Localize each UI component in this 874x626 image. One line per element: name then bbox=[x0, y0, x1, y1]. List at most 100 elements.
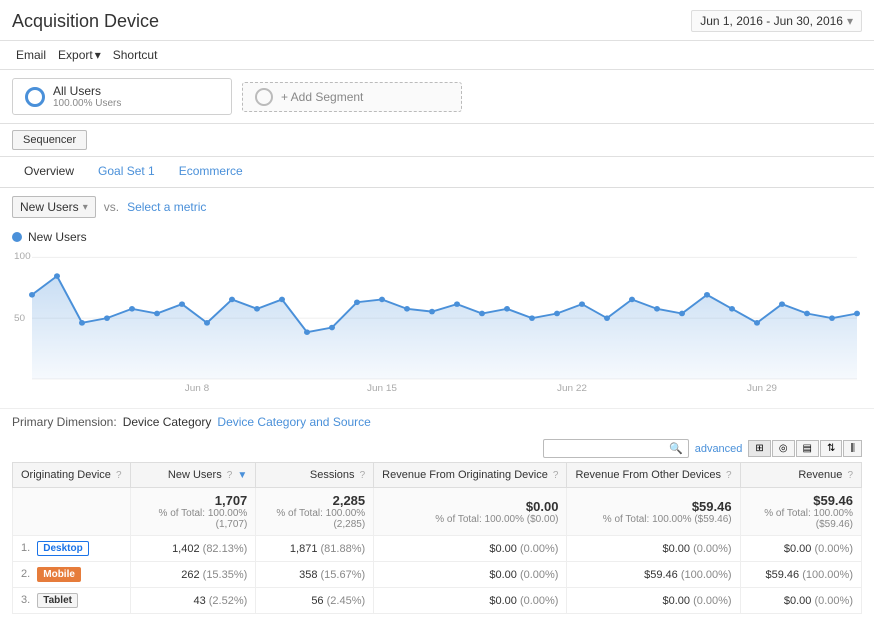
search-input[interactable] bbox=[549, 443, 669, 455]
total-revenue-other-cell: $59.46 % of Total: 100.00% ($59.46) bbox=[567, 488, 740, 536]
device-badge-mobile[interactable]: Mobile bbox=[37, 567, 81, 582]
svg-text:Jun 15: Jun 15 bbox=[367, 383, 397, 393]
row-revenue-pct: (0.00%) bbox=[814, 543, 853, 555]
metric-label: New Users bbox=[20, 200, 79, 214]
total-new-users-value: 1,707 bbox=[139, 493, 248, 508]
row-sessions-cell: 1,871 (81.88%) bbox=[256, 536, 374, 562]
tabs-bar: Overview Goal Set 1 Ecommerce bbox=[0, 157, 874, 188]
row-rev-other-cell: $0.00 (0.00%) bbox=[567, 536, 740, 562]
help-icon: ? bbox=[360, 470, 366, 481]
row-sessions-cell: 56 (2.45%) bbox=[256, 588, 374, 614]
row-sessions-pct: (15.67%) bbox=[321, 569, 366, 581]
row-new-users-cell: 262 (15.35%) bbox=[130, 562, 256, 588]
table-row: 2. Mobile 262 (15.35%) 358 (15.67%) $0.0… bbox=[13, 562, 862, 588]
row-num: 3. bbox=[21, 594, 30, 606]
device-badge-desktop[interactable]: Desktop bbox=[37, 541, 88, 556]
table-row: 1. Desktop 1,402 (82.13%) 1,871 (81.88%)… bbox=[13, 536, 862, 562]
add-segment-label: + Add Segment bbox=[281, 90, 363, 104]
total-revenue-cell: $59.46 % of Total: 100.00% ($59.46) bbox=[740, 488, 861, 536]
table-row: 3. Tablet 43 (2.52%) 56 (2.45%) $0.00 (0… bbox=[13, 588, 862, 614]
col-header-originating-device: Originating Device ? bbox=[13, 463, 131, 488]
total-new-users-cell: 1,707 % of Total: 100.00% (1,707) bbox=[130, 488, 256, 536]
tab-goal-set-1[interactable]: Goal Set 1 bbox=[86, 157, 167, 187]
primary-dimension-label: Primary Dimension: bbox=[12, 415, 117, 429]
metric-dropdown[interactable]: New Users ▾ bbox=[12, 196, 96, 218]
row-sessions: 358 bbox=[299, 569, 317, 581]
tab-ecommerce[interactable]: Ecommerce bbox=[167, 157, 255, 187]
total-revenue-pct: % of Total: 100.00% ($59.46) bbox=[749, 508, 853, 530]
row-new-users-pct: (82.13%) bbox=[203, 543, 248, 555]
row-rev-orig: $0.00 bbox=[489, 569, 517, 581]
export-label: Export bbox=[58, 48, 93, 62]
col-header-revenue-other: Revenue From Other Devices ? bbox=[567, 463, 740, 488]
row-revenue-cell: $0.00 (0.00%) bbox=[740, 536, 861, 562]
export-arrow-icon: ▾ bbox=[95, 48, 101, 62]
table-controls: 🔍 advanced ⊞ ◎ ▤ ⇅ ⫼ bbox=[0, 435, 874, 462]
tab-overview[interactable]: Overview bbox=[12, 157, 86, 187]
page-title: Acquisition Device bbox=[12, 11, 159, 32]
total-new-users-pct: % of Total: 100.00% (1,707) bbox=[139, 508, 248, 530]
primary-dimension-link[interactable]: Device Category and Source bbox=[217, 415, 370, 429]
vs-text: vs. bbox=[104, 200, 119, 214]
date-range-arrow-icon: ▾ bbox=[847, 14, 853, 28]
total-revenue-other-pct: % of Total: 100.00% ($59.46) bbox=[575, 514, 731, 525]
all-users-segment[interactable]: All Users 100.00% Users bbox=[12, 78, 232, 115]
total-sessions-pct: % of Total: 100.00% (2,285) bbox=[264, 508, 365, 530]
email-button[interactable]: Email bbox=[10, 46, 52, 64]
row-num: 2. bbox=[21, 568, 30, 580]
primary-dimension-value: Device Category bbox=[123, 415, 212, 429]
row-sessions: 56 bbox=[311, 595, 323, 607]
row-revenue: $0.00 bbox=[784, 595, 812, 607]
row-rev-other-cell: $59.46 (100.00%) bbox=[567, 562, 740, 588]
row-rev-orig-pct: (0.00%) bbox=[520, 543, 559, 555]
row-rev-orig: $0.00 bbox=[489, 543, 517, 555]
total-revenue-value: $59.46 bbox=[749, 493, 853, 508]
row-sessions-pct: (2.45%) bbox=[327, 595, 366, 607]
row-rev-other: $0.00 bbox=[662, 543, 690, 555]
help-icon: ? bbox=[227, 470, 233, 481]
total-sessions-value: 2,285 bbox=[264, 493, 365, 508]
view-columns-icon-button[interactable]: ⫼ bbox=[843, 440, 862, 457]
row-sessions-pct: (81.88%) bbox=[321, 543, 366, 555]
row-rev-other: $59.46 bbox=[644, 569, 678, 581]
device-badge-tablet[interactable]: Tablet bbox=[37, 593, 78, 608]
row-rev-other-pct: (0.00%) bbox=[693, 543, 732, 555]
view-table-icon-button[interactable]: ⊞ bbox=[748, 440, 770, 457]
chart-legend-label: New Users bbox=[28, 230, 87, 244]
select-metric-link[interactable]: Select a metric bbox=[127, 200, 206, 214]
add-segment-button[interactable]: + Add Segment bbox=[242, 82, 462, 112]
total-revenue-orig-cell: $0.00 % of Total: 100.00% ($0.00) bbox=[374, 488, 567, 536]
row-revenue: $59.46 bbox=[766, 569, 800, 581]
svg-text:Jun 22: Jun 22 bbox=[557, 383, 587, 393]
search-input-wrap[interactable]: 🔍 bbox=[543, 439, 689, 458]
row-rev-orig-pct: (0.00%) bbox=[520, 595, 559, 607]
row-rev-orig: $0.00 bbox=[489, 595, 517, 607]
view-bar-icon-button[interactable]: ▤ bbox=[796, 440, 819, 457]
total-revenue-orig-pct: % of Total: 100.00% ($0.00) bbox=[382, 514, 558, 525]
col-header-new-users[interactable]: New Users ? ▼ bbox=[130, 463, 256, 488]
metric-selector-bar: New Users ▾ vs. Select a metric bbox=[0, 188, 874, 226]
chart-container: New Users 100 50 bbox=[0, 226, 874, 408]
sequencer-button[interactable]: Sequencer bbox=[12, 130, 87, 150]
search-icon: 🔍 bbox=[669, 442, 683, 455]
col-header-sessions: Sessions ? bbox=[256, 463, 374, 488]
segments-bar: All Users 100.00% Users + Add Segment bbox=[0, 70, 874, 124]
row-rev-other: $0.00 bbox=[662, 595, 690, 607]
shortcut-button[interactable]: Shortcut bbox=[107, 46, 164, 64]
view-donut-icon-button[interactable]: ◎ bbox=[772, 440, 795, 457]
help-icon: ? bbox=[726, 470, 732, 481]
help-icon: ? bbox=[116, 470, 122, 481]
advanced-link[interactable]: advanced bbox=[695, 443, 743, 455]
export-button[interactable]: Export ▾ bbox=[52, 46, 107, 64]
metric-arrow-icon: ▾ bbox=[83, 202, 88, 213]
row-new-users-cell: 1,402 (82.13%) bbox=[130, 536, 256, 562]
row-rev-other-pct: (0.00%) bbox=[693, 595, 732, 607]
date-range-text: Jun 1, 2016 - Jun 30, 2016 bbox=[700, 14, 843, 28]
row-revenue-pct: (0.00%) bbox=[814, 595, 853, 607]
date-range-picker[interactable]: Jun 1, 2016 - Jun 30, 2016 ▾ bbox=[691, 10, 862, 32]
table-total-row: 1,707 % of Total: 100.00% (1,707) 2,285 … bbox=[13, 488, 862, 536]
row-new-users: 1,402 bbox=[172, 543, 200, 555]
view-sort-icon-button[interactable]: ⇅ bbox=[820, 440, 842, 457]
row-new-users-cell: 43 (2.52%) bbox=[130, 588, 256, 614]
sort-down-icon: ▼ bbox=[237, 470, 247, 481]
